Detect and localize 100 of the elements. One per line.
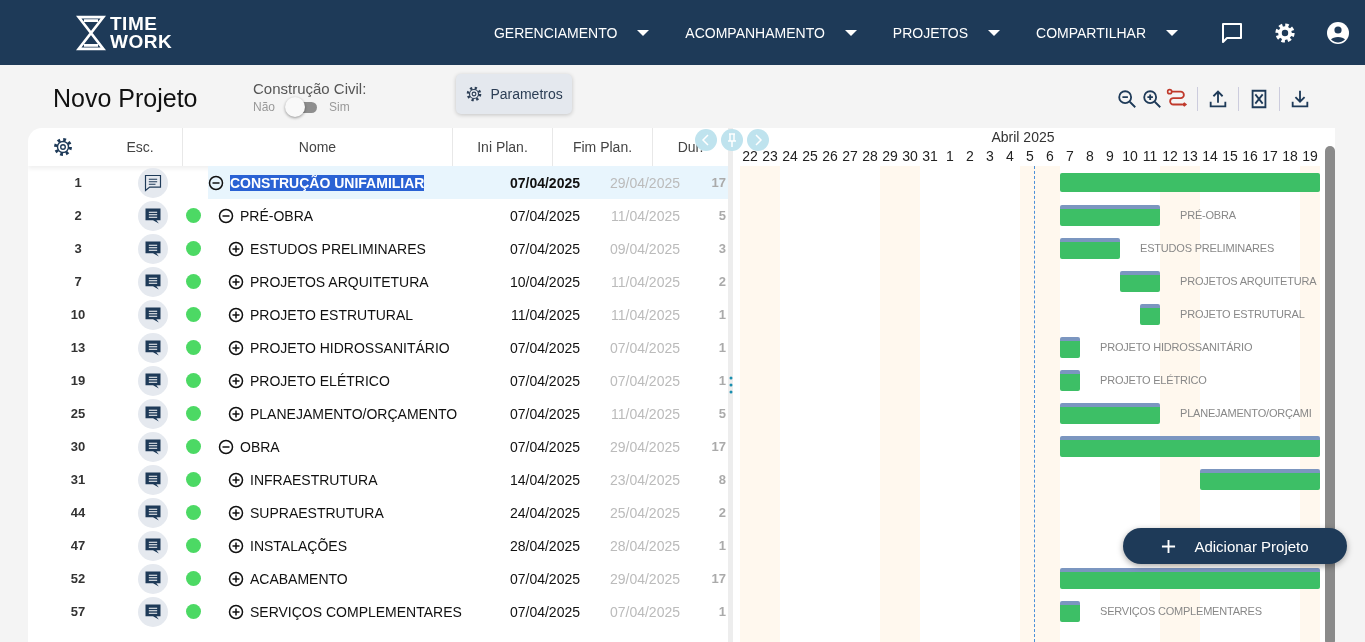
chat-icon[interactable] (1220, 20, 1244, 45)
column-header[interactable]: Fim Plan. (572, 139, 633, 155)
end-date: 11/04/2025 (609, 272, 681, 292)
caret-icon[interactable] (1166, 29, 1178, 36)
expand-icon[interactable] (228, 570, 244, 587)
comment-button[interactable] (138, 497, 168, 528)
day-label: 6 (1045, 148, 1055, 164)
day-label: 25 (801, 148, 819, 164)
bar-label: PRÉ-OBRA (1180, 209, 1236, 221)
duration: 2 (717, 273, 727, 291)
task-name: PROJETOS ARQUITETURA (250, 273, 429, 290)
comment-button[interactable] (138, 167, 168, 198)
task-name: PROJETO ELÉTRICO (250, 372, 390, 389)
duration: 17 (710, 438, 727, 456)
add-project-button[interactable]: Adicionar Projeto (1123, 528, 1347, 564)
bar-label: PROJETOS ARQUITETURA (1180, 275, 1317, 287)
expand-icon[interactable] (228, 603, 244, 620)
expand-icon[interactable] (228, 372, 244, 389)
expand-icon[interactable] (228, 273, 244, 290)
day-label: 17 (1261, 148, 1279, 164)
bar-label: PROJETO HIDROSSANITÁRIO (1100, 341, 1253, 353)
settings-icon[interactable] (52, 136, 74, 158)
logo-text: TIME (110, 14, 159, 33)
comment-button[interactable] (138, 332, 168, 363)
drag-handle-icon[interactable] (728, 376, 733, 394)
duration: 1 (717, 339, 727, 357)
toggle-switch[interactable] (285, 97, 319, 117)
start-date: 07/04/2025 (508, 569, 581, 589)
expand-icon[interactable] (228, 306, 244, 323)
menu-item[interactable]: GERENCIAMENTO (493, 24, 618, 41)
row-number: 10 (69, 306, 87, 324)
end-date: 11/04/2025 (609, 404, 681, 424)
row-number: 52 (69, 570, 87, 588)
expand-icon[interactable] (228, 339, 244, 356)
end-date: 29/04/2025 (588, 166, 688, 199)
task-name: PROJETO ESTRUTURAL (250, 306, 414, 323)
comment-button[interactable] (138, 266, 168, 297)
task-name: ESTUDOS PRELIMINARES (250, 240, 426, 257)
caret-icon[interactable] (637, 29, 650, 36)
caret-icon[interactable] (844, 29, 857, 36)
menu-item[interactable]: ACOMPANHAMENTO (685, 24, 825, 41)
day-label: 19 (1301, 148, 1319, 164)
collapse-icon[interactable] (218, 438, 234, 455)
parameters-button[interactable]: Parametros (456, 73, 572, 114)
comment-button[interactable] (138, 563, 168, 594)
comment-button[interactable] (138, 464, 168, 495)
day-label: 3 (985, 148, 995, 164)
start-date: 28/04/2025 (508, 536, 581, 556)
day-label: 28 (861, 148, 879, 164)
menu-item[interactable]: COMPARTILHAR (1036, 24, 1146, 41)
expand-icon[interactable] (228, 537, 244, 554)
day-label: 1 (945, 148, 955, 164)
zoom-in-icon[interactable] (1141, 87, 1163, 110)
scrollbar[interactable] (1325, 146, 1335, 642)
task-name: CONSTRUÇÃO UNIFAMILIAR (230, 174, 425, 191)
comment-button[interactable] (138, 398, 168, 429)
account-icon[interactable] (1326, 20, 1350, 45)
day-label: 26 (821, 148, 839, 164)
caret-icon[interactable] (988, 29, 1001, 36)
hourglass-logo-icon (76, 14, 106, 51)
collapse-icon[interactable] (218, 207, 234, 224)
comment-button[interactable] (138, 365, 168, 396)
comment-button[interactable] (138, 299, 168, 330)
row-number: 1 (73, 174, 83, 192)
column-header[interactable]: Nome (298, 139, 337, 155)
comment-button[interactable] (138, 233, 168, 264)
zoom-out-icon[interactable] (1116, 87, 1138, 110)
comment-button[interactable] (138, 431, 168, 462)
day-label: 24 (781, 148, 799, 164)
expand-icon[interactable] (228, 405, 244, 422)
column-header[interactable]: Ini Plan. (477, 139, 528, 155)
expand-icon[interactable] (228, 240, 244, 257)
route-icon[interactable] (1166, 87, 1188, 110)
day-label: 16 (1241, 148, 1259, 164)
start-date: 07/04/2025 (508, 437, 581, 457)
row-number: 19 (69, 372, 87, 390)
task-name: PLANEJAMENTO/ORÇAMENTO (250, 405, 458, 422)
start-date: 07/04/2025 (508, 371, 581, 391)
bar-label: PLANEJAMENTO/ORÇAMI (1180, 407, 1312, 419)
expand-icon[interactable] (228, 504, 244, 521)
day-label: 23 (761, 148, 779, 164)
expand-icon[interactable] (228, 471, 244, 488)
comment-button[interactable] (138, 596, 168, 627)
menu-item[interactable]: PROJETOS (892, 24, 969, 41)
task-name: SERVIÇOS COMPLEMENTARES (250, 603, 462, 620)
settings-icon[interactable] (1274, 21, 1296, 44)
row-number: 3 (73, 240, 83, 258)
duration: 17 (710, 570, 727, 588)
comment-button[interactable] (138, 530, 168, 561)
day-label: 11 (1141, 148, 1159, 164)
day-label: 10 (1121, 148, 1139, 164)
collapse-icon[interactable] (208, 174, 224, 191)
day-label: 31 (921, 148, 939, 164)
end-date: 29/04/2025 (608, 569, 681, 589)
duration: 1 (717, 603, 727, 621)
day-label: 9 (1105, 148, 1115, 164)
month-label: Abril 2025 (991, 129, 1055, 146)
column-header[interactable]: Esc. (126, 139, 154, 155)
comment-button[interactable] (138, 200, 168, 231)
task-name: SUPRAESTRUTURA (250, 504, 384, 521)
